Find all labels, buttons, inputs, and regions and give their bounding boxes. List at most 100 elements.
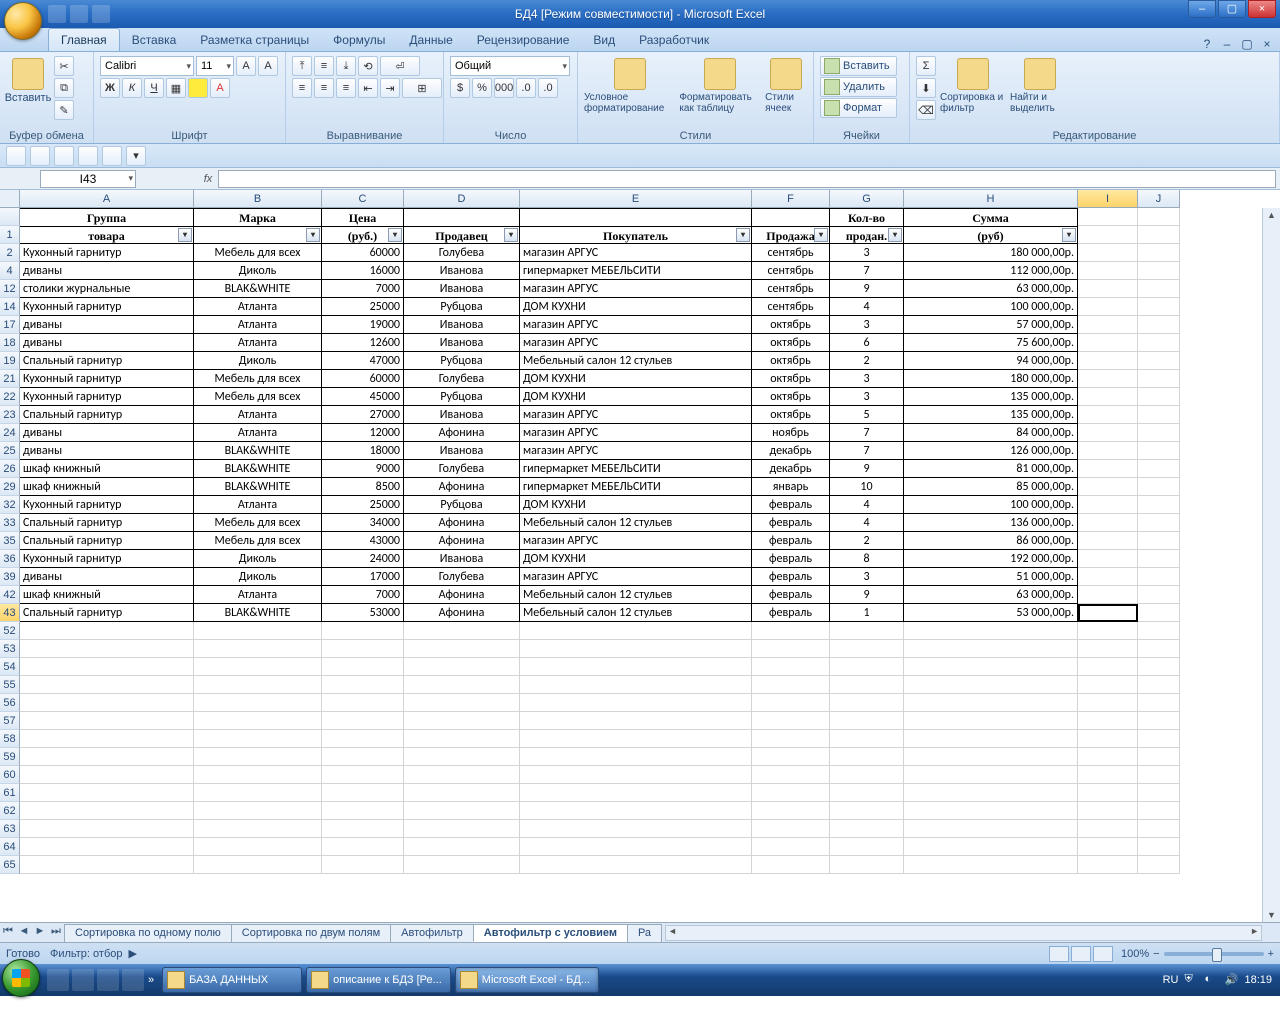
cell[interactable] [322, 838, 404, 856]
sheet-nav-prev[interactable]: ◄ [16, 925, 32, 941]
filter-dropdown-icon[interactable]: ▾ [1062, 228, 1076, 242]
cell[interactable]: ДОМ КУХНИ [520, 496, 752, 514]
zoom-slider[interactable] [1164, 952, 1264, 956]
row-header[interactable]: 54 [0, 658, 20, 676]
currency-button[interactable]: $ [450, 78, 470, 98]
cell[interactable] [1078, 388, 1138, 406]
cell[interactable]: 19000 [322, 316, 404, 334]
cell[interactable] [20, 748, 194, 766]
find-select-button[interactable]: Найти и выделить [1010, 56, 1070, 114]
cell[interactable]: Цена [322, 208, 404, 226]
cell[interactable]: октябрь [752, 334, 830, 352]
cut-button[interactable]: ✂ [54, 56, 74, 76]
cell[interactable] [904, 838, 1078, 856]
cell[interactable] [520, 784, 752, 802]
cell[interactable] [1138, 802, 1180, 820]
cell[interactable] [1138, 766, 1180, 784]
cell[interactable]: Голубева [404, 460, 520, 478]
cell[interactable]: Рубцова [404, 388, 520, 406]
cell[interactable] [830, 766, 904, 784]
cell[interactable] [404, 748, 520, 766]
orientation-button[interactable]: ⟲ [358, 56, 378, 76]
cell[interactable] [520, 820, 752, 838]
fx-icon[interactable]: fx [198, 173, 218, 185]
quicklaunch-icon[interactable] [97, 969, 119, 991]
cell[interactable] [1138, 334, 1180, 352]
cell[interactable]: январь [752, 478, 830, 496]
cell[interactable] [1078, 424, 1138, 442]
cell[interactable] [1138, 604, 1180, 622]
cell[interactable] [904, 622, 1078, 640]
cell[interactable] [194, 622, 322, 640]
qat-redo-icon[interactable] [92, 5, 110, 23]
cell[interactable]: 3 [830, 316, 904, 334]
cell[interactable]: Афонина [404, 586, 520, 604]
cell[interactable]: Диколь [194, 550, 322, 568]
cell[interactable] [1078, 748, 1138, 766]
cell[interactable] [752, 208, 830, 226]
cell[interactable]: февраль [752, 496, 830, 514]
cell[interactable]: 135 000,00р. [904, 406, 1078, 424]
cell[interactable]: BLAK&WHITE [194, 478, 322, 496]
cell[interactable] [20, 820, 194, 838]
cell[interactable]: 84 000,00р. [904, 424, 1078, 442]
cell[interactable] [1078, 802, 1138, 820]
cell[interactable]: Мебель для всех [194, 514, 322, 532]
cell[interactable]: Иванова [404, 406, 520, 424]
cell[interactable]: 9 [830, 280, 904, 298]
cell[interactable] [1138, 550, 1180, 568]
align-right-button[interactable]: ≡ [336, 78, 356, 98]
cell[interactable]: магазин АРГУС [520, 280, 752, 298]
row-header[interactable]: 25 [0, 442, 20, 460]
cell[interactable]: 25000 [322, 298, 404, 316]
cell[interactable] [1138, 298, 1180, 316]
cell[interactable]: магазин АРГУС [520, 406, 752, 424]
cell[interactable]: Иванова [404, 334, 520, 352]
cell[interactable] [1078, 226, 1138, 244]
cell[interactable] [1138, 694, 1180, 712]
cell[interactable]: (руб)▾ [904, 226, 1078, 244]
horizontal-scrollbar[interactable] [665, 925, 1262, 941]
cell[interactable]: Мебельный салон 12 стульев [520, 586, 752, 604]
cell[interactable] [1078, 622, 1138, 640]
cell[interactable] [830, 748, 904, 766]
cell[interactable] [1078, 820, 1138, 838]
row-header[interactable]: 53 [0, 640, 20, 658]
increase-decimal-button[interactable]: .0 [516, 78, 536, 98]
cell[interactable] [1078, 352, 1138, 370]
cell[interactable] [20, 640, 194, 658]
taskbar-button[interactable]: Microsoft Excel - БД... [455, 967, 599, 993]
cell[interactable]: Атланта [194, 424, 322, 442]
row-header[interactable]: 12 [0, 280, 20, 298]
cell[interactable] [752, 730, 830, 748]
cell[interactable]: Голубева [404, 568, 520, 586]
row-header[interactable]: 62 [0, 802, 20, 820]
cell[interactable] [1138, 730, 1180, 748]
sheet-nav-next[interactable]: ► [32, 925, 48, 941]
cell[interactable] [194, 676, 322, 694]
cell[interactable]: ДОМ КУХНИ [520, 550, 752, 568]
cell[interactable] [520, 748, 752, 766]
cell[interactable] [904, 694, 1078, 712]
cell[interactable]: февраль [752, 550, 830, 568]
cell[interactable] [1078, 604, 1138, 622]
cell[interactable]: гипермаркет МЕБЕЛЬСИТИ [520, 460, 752, 478]
cell[interactable] [1138, 712, 1180, 730]
cell[interactable]: столики журнальные [20, 280, 194, 298]
row-header[interactable]: 52 [0, 622, 20, 640]
cell[interactable] [752, 802, 830, 820]
ribbon-tab[interactable]: Вставка [120, 29, 189, 51]
cell[interactable] [404, 766, 520, 784]
cell[interactable] [830, 676, 904, 694]
quicklaunch-icon[interactable] [72, 969, 94, 991]
column-header[interactable]: I [1078, 190, 1138, 208]
qat2-item[interactable] [6, 146, 26, 166]
cell[interactable]: 12000 [322, 424, 404, 442]
cell[interactable] [830, 622, 904, 640]
cell[interactable] [20, 622, 194, 640]
cell[interactable] [194, 712, 322, 730]
cell[interactable] [520, 658, 752, 676]
cell[interactable]: 136 000,00р. [904, 514, 1078, 532]
cell[interactable]: магазин АРГУС [520, 442, 752, 460]
cell[interactable]: Мебельный салон 12 стульев [520, 514, 752, 532]
